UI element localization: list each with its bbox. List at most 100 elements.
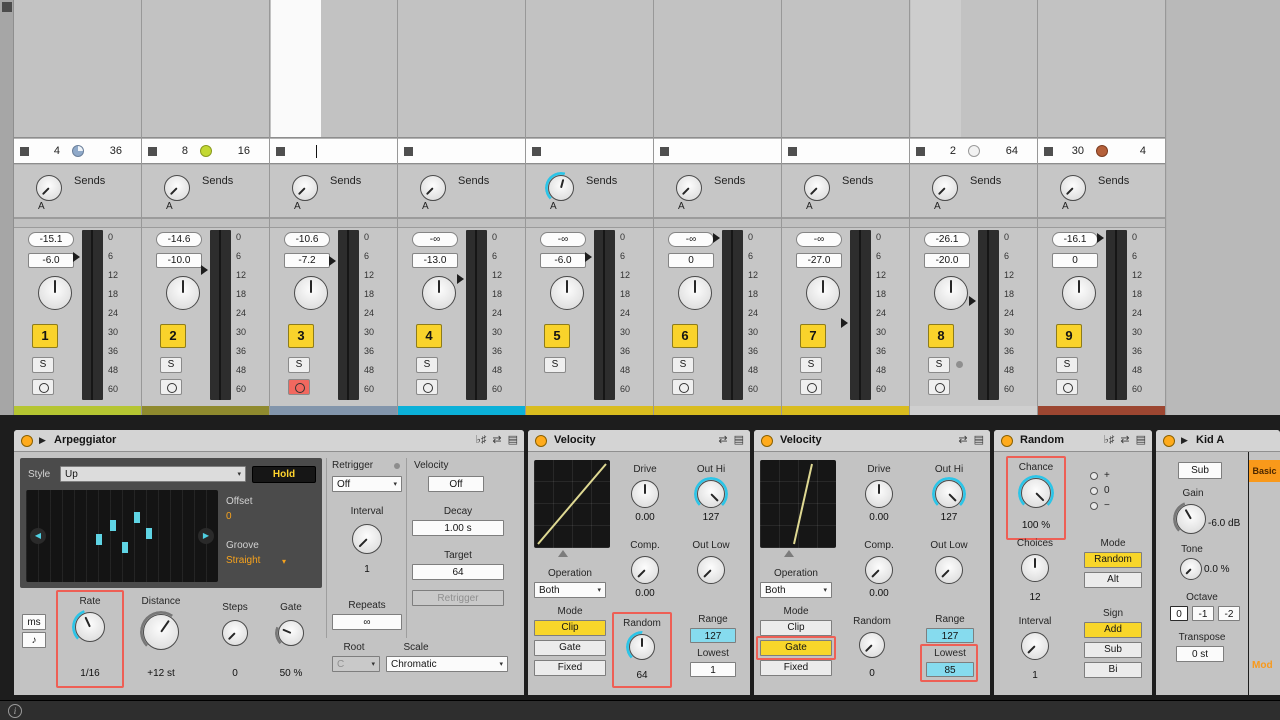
lowest-value[interactable]: 85 [926,662,974,677]
info-view-icon[interactable]: i [8,704,22,718]
save-icon[interactable]: ▤ [508,433,518,446]
decay-value[interactable]: 1.00 s [412,520,504,536]
sign-plus-radio[interactable] [1090,472,1098,480]
track-activator[interactable]: 3 [288,324,314,348]
arm-button[interactable] [416,379,438,395]
range-value[interactable]: 127 [926,628,974,643]
sub-button[interactable]: Sub [1178,462,1222,479]
pan-knob[interactable] [678,276,712,310]
hotswap-icon[interactable]: ⇄ [492,433,501,446]
peak-level[interactable]: -10.6 [284,232,330,247]
scale-dropdown[interactable]: Chromatic ▾ [386,656,508,672]
clip-stop-icon[interactable] [1044,147,1053,156]
clip-status-row[interactable] [654,139,781,164]
octave-minus2-button[interactable]: -2 [1218,606,1240,621]
arp-step-display[interactable]: ◀ ▶ [26,490,218,582]
peak-level[interactable]: -∞ [796,232,842,247]
clip-stop-icon[interactable] [532,147,541,156]
arm-button[interactable] [160,379,182,395]
style-dropdown[interactable]: Up ▾ [60,466,246,482]
solo-button[interactable]: S [928,357,950,373]
sign-minus-radio[interactable] [1090,502,1098,510]
groove-arrow-icon[interactable]: ▾ [282,557,286,566]
hotswap-icon[interactable]: ⇄ [718,433,727,446]
clip-status-row[interactable] [782,139,909,164]
sign-add-button[interactable]: Add [1084,622,1142,638]
clip-status-row[interactable]: 2 64 [910,139,1037,164]
mode-fixed-button[interactable]: Fixed [534,660,606,676]
peak-level[interactable]: -26.1 [924,232,970,247]
comp-knob[interactable] [865,556,893,584]
volume-marker[interactable] [73,252,80,262]
device-title-bar[interactable]: ▶ Arpeggiator ♭♯ ⇄ ▤ [14,430,524,452]
peak-level[interactable]: -14.6 [156,232,202,247]
peak-level[interactable]: -∞ [412,232,458,247]
groove-value[interactable]: Straight [226,555,260,566]
out-hi-knob[interactable] [697,480,725,508]
arp-velocity-mode[interactable]: Off [428,476,484,492]
next-page-icon[interactable]: ▶ [198,528,214,544]
octave-minus1-button[interactable]: -1 [1192,606,1214,621]
root-dropdown[interactable]: C ▾ [332,656,380,672]
out-low-knob[interactable] [935,556,963,584]
pan-knob[interactable] [1062,276,1096,310]
volume-marker[interactable] [201,265,208,275]
peak-level[interactable]: -∞ [540,232,586,247]
device-power-button[interactable] [1163,435,1175,447]
sign-sub-button[interactable]: Sub [1084,642,1142,658]
sign-bi-button[interactable]: Bi [1084,662,1142,678]
hotswap-icon[interactable]: ⇄ [958,433,967,446]
arm-button[interactable] [32,379,54,395]
chance-value[interactable]: 100 % [1010,520,1062,531]
choices-value[interactable]: 12 [1006,592,1064,603]
arm-button[interactable] [800,379,822,395]
choices-knob[interactable] [1021,554,1049,582]
device-title-bar[interactable]: ▶ Kid A [1156,430,1280,452]
steps-knob[interactable] [222,620,248,646]
clip-slots[interactable] [14,0,141,138]
solo-button[interactable]: S [32,357,54,373]
tone-value[interactable]: 0.0 % [1204,564,1264,575]
solo-button[interactable]: S [416,357,438,373]
clip-stop-icon[interactable] [148,147,157,156]
volume-field[interactable]: -7.2 [284,253,330,268]
volume-field[interactable]: -10.0 [156,253,202,268]
note-names-icon[interactable]: ♭♯ [1104,433,1115,446]
solo-button[interactable]: S [672,357,694,373]
gate-knob[interactable] [278,620,304,646]
offset-value[interactable]: 0 [226,511,232,522]
volume-marker[interactable] [841,318,848,328]
interval-value[interactable]: 1 [332,564,402,575]
clip-status-row[interactable]: 4 36 [14,139,141,164]
drive-knob[interactable] [865,480,893,508]
arm-button[interactable] [928,379,950,395]
hotswap-icon[interactable]: ⇄ [1120,433,1129,446]
sync-ms-button[interactable]: ms [22,614,46,630]
operation-dropdown[interactable]: Both ▾ [534,582,606,598]
volume-field[interactable]: -6.0 [28,253,74,268]
operation-dropdown[interactable]: Both ▾ [760,582,832,598]
clip-status-row[interactable] [270,139,397,164]
range-value[interactable]: 127 [690,628,736,643]
comp-knob[interactable] [631,556,659,584]
interval-value[interactable]: 1 [1006,670,1064,681]
pan-knob[interactable] [550,276,584,310]
random-value[interactable]: 64 [616,670,668,681]
peak-level[interactable]: -15.1 [28,232,74,247]
comp-value[interactable]: 0.00 [618,588,672,599]
save-icon[interactable]: ▤ [734,433,744,446]
out-hi-value[interactable]: 127 [922,512,976,523]
gain-value[interactable]: -6.0 dB [1208,518,1274,529]
comp-value[interactable]: 0.00 [852,588,906,599]
pan-knob[interactable] [38,276,72,310]
sign-zero-radio[interactable] [1090,487,1098,495]
gate-value[interactable]: 50 % [262,668,320,679]
clip-slots[interactable] [782,0,909,138]
arm-button-armed[interactable] [288,379,310,395]
chance-knob[interactable] [1021,478,1051,508]
pan-knob[interactable] [934,276,968,310]
mode-clip-button[interactable]: Clip [760,620,832,636]
clip-stop-icon[interactable] [404,147,413,156]
send-a-knob[interactable] [548,175,574,201]
transpose-value[interactable]: 0 st [1176,646,1224,662]
